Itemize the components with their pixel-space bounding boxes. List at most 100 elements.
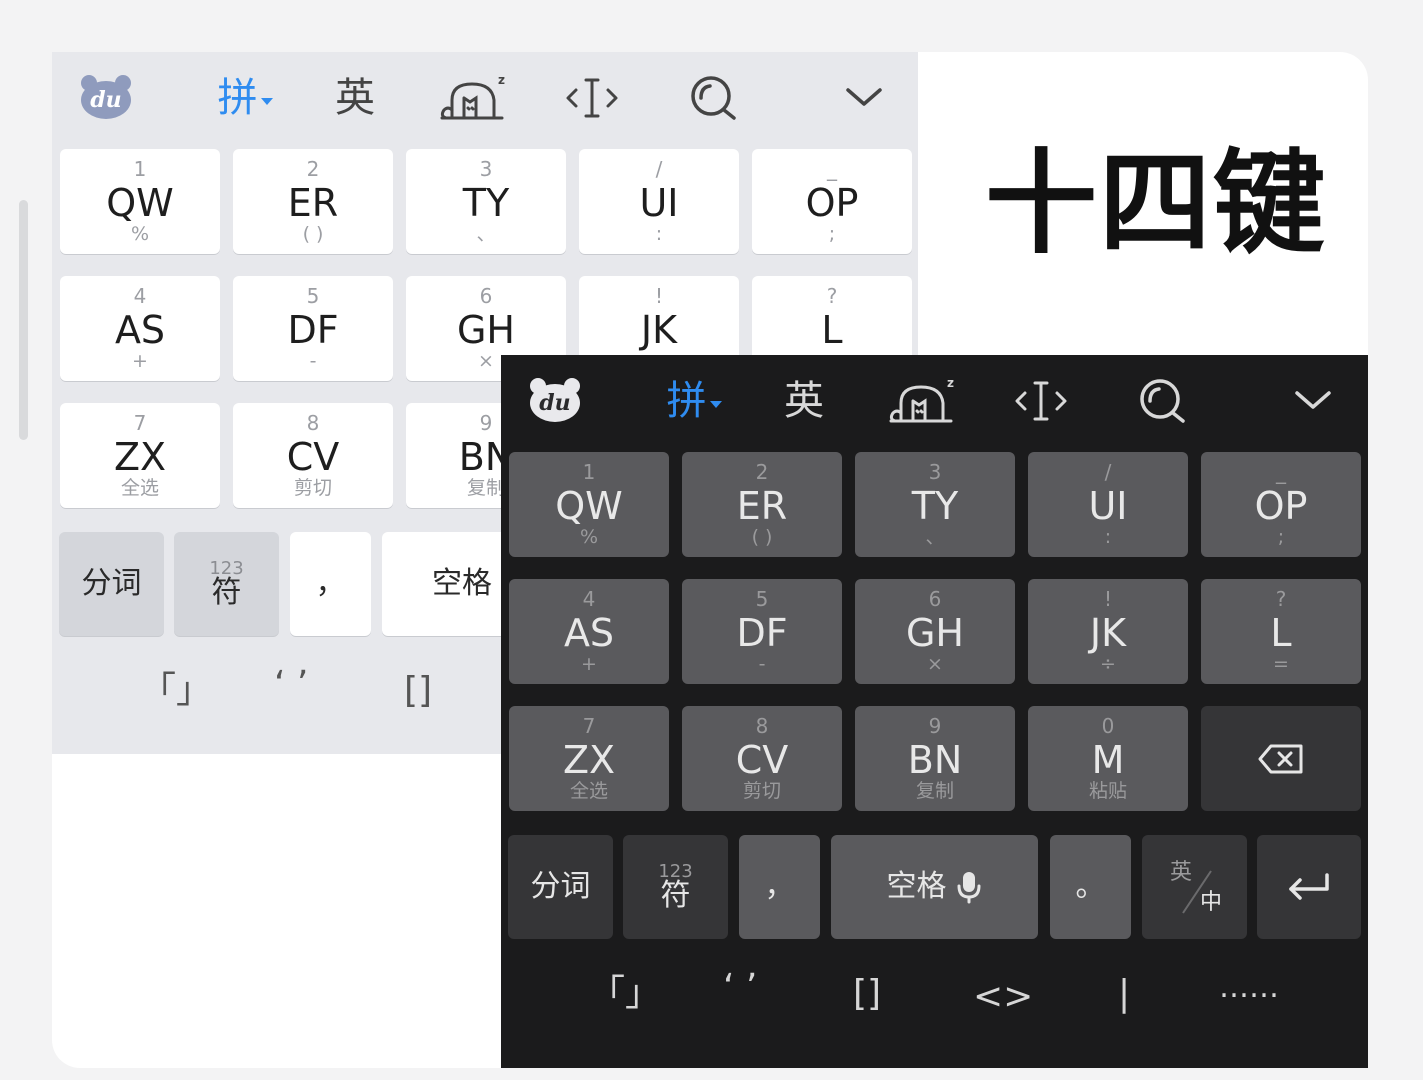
symbols-button[interactable]: 123 符 [174, 532, 279, 636]
space-key[interactable]: 空格 [831, 835, 1038, 939]
symbols-label: 符 [211, 575, 242, 610]
key-symbol: ; [1277, 525, 1285, 548]
key-symbol: 复制 [915, 779, 954, 802]
microphone-icon [957, 872, 980, 904]
key-letters: L [821, 307, 843, 352]
key-symbol: 剪切 [742, 779, 781, 802]
key-as[interactable]: 4 AS + [509, 579, 669, 684]
lang-bottom-label: 中 [1199, 890, 1221, 915]
comma-key[interactable]: ， [739, 835, 820, 939]
cursor-move-icon[interactable] [564, 76, 620, 120]
key-number: _ [1276, 459, 1286, 484]
key-symbol: : [655, 222, 663, 245]
symbols-button[interactable]: 123 符 [623, 835, 728, 939]
backspace-key[interactable] [1201, 706, 1361, 811]
lang-top-label: 英 [1169, 860, 1191, 885]
pinyin-label: 拼 [666, 378, 707, 424]
key-jk[interactable]: !JK÷ [1028, 579, 1188, 684]
cursor-move-icon[interactable] [1013, 379, 1069, 423]
key-df[interactable]: 5 DF - [682, 579, 842, 684]
symbol-pipe[interactable]: | [1118, 976, 1130, 1012]
enter-key[interactable] [1257, 835, 1361, 939]
symbol-corner-brackets[interactable]: 「」 [589, 976, 661, 1012]
key-er[interactable]: 2 ER( ) [233, 149, 393, 254]
english-label: 英 [784, 378, 824, 424]
key-letters: CV [735, 737, 789, 782]
key-number: / [655, 156, 663, 181]
comma-label: ， [315, 566, 346, 601]
segment-button[interactable]: 分词 [59, 532, 164, 636]
comma-key[interactable]: ， [290, 532, 371, 636]
key-symbol: : [1104, 525, 1112, 548]
key-number: ? [1275, 586, 1287, 611]
pinyin-mode-button[interactable]: 拼 [659, 379, 729, 423]
symbol-ellipsis[interactable]: …… [1219, 973, 1279, 1003]
key-er[interactable]: 2 ER( ) [682, 452, 842, 557]
cat-skin-icon[interactable]: z [438, 72, 510, 124]
du-logo-icon[interactable]: du [529, 377, 581, 423]
key-number: 5 [306, 283, 320, 308]
key-ty[interactable]: 3 TY、 [406, 149, 566, 254]
key-cv[interactable]: 8 CV 剪切 [233, 403, 393, 508]
key-number: 4 [582, 586, 596, 611]
pinyin-mode-button[interactable]: 拼 [210, 76, 280, 120]
key-number: 7 [133, 410, 147, 435]
key-number: ! [1103, 586, 1113, 611]
du-logo-icon[interactable]: du [80, 74, 132, 120]
key-zx[interactable]: 7 ZX 全选 [509, 706, 669, 811]
language-switch-key[interactable]: 英 中 [1142, 835, 1247, 939]
key-symbol: ÷ [1100, 652, 1116, 675]
key-number: 2 [306, 156, 320, 181]
key-number: 3 [928, 459, 942, 484]
symbol-corner-brackets[interactable]: 「」 [140, 673, 212, 709]
key-l[interactable]: ?L= [1201, 579, 1361, 684]
key-letters: QW [106, 180, 174, 225]
collapse-keyboard-icon[interactable] [844, 82, 884, 112]
symbol-single-quotes[interactable]: ‘ ’ [723, 970, 757, 1006]
english-mode-button[interactable]: 英 [779, 379, 829, 423]
key-op[interactable]: _ OP; [1201, 452, 1361, 557]
period-key[interactable]: 。 [1050, 835, 1131, 939]
pinyin-label: 拼 [217, 75, 258, 121]
key-number: / [1104, 459, 1112, 484]
key-symbol: 剪切 [293, 476, 332, 499]
symbol-square-brackets[interactable]: [] [404, 673, 432, 709]
key-gh[interactable]: 6 GH × [855, 579, 1015, 684]
cat-skin-icon[interactable]: z [887, 375, 959, 427]
key-letters: ZX [562, 737, 616, 782]
chevron-down-icon [260, 97, 273, 105]
segment-label: 分词 [530, 869, 591, 904]
key-bn[interactable]: 9 BN 复制 [855, 706, 1015, 811]
english-mode-button[interactable]: 英 [330, 76, 380, 120]
english-label: 英 [335, 75, 375, 121]
symbol-square-brackets[interactable]: [] [853, 976, 881, 1012]
key-zx[interactable]: 7 ZX 全选 [60, 403, 220, 508]
page-scrollbar[interactable] [19, 200, 28, 440]
search-icon[interactable] [1137, 377, 1187, 425]
key-number: 9 [479, 410, 493, 435]
key-qw[interactable]: 1 QW% [60, 149, 220, 254]
period-label: 。 [1075, 869, 1106, 904]
key-symbol: 复制 [466, 476, 505, 499]
key-ui[interactable]: / UI: [579, 149, 739, 254]
key-letters: JK [640, 307, 678, 352]
key-as[interactable]: 4 AS + [60, 276, 220, 381]
key-cv[interactable]: 8 CV 剪切 [682, 706, 842, 811]
key-ui[interactable]: / UI: [1028, 452, 1188, 557]
key-op[interactable]: _ OP; [752, 149, 912, 254]
search-icon[interactable] [688, 74, 738, 122]
segment-button[interactable]: 分词 [508, 835, 613, 939]
key-symbol: ( ) [302, 222, 324, 245]
key-number: 6 [928, 586, 942, 611]
key-df[interactable]: 5 DF - [233, 276, 393, 381]
chevron-down-icon [709, 400, 722, 408]
key-m[interactable]: 0 M 粘贴 [1028, 706, 1188, 811]
key-qw[interactable]: 1 QW% [509, 452, 669, 557]
key-symbol: 全选 [120, 476, 159, 499]
key-ty[interactable]: 3 TY、 [855, 452, 1015, 557]
key-number: 1 [133, 156, 147, 181]
collapse-keyboard-icon[interactable] [1293, 385, 1333, 415]
symbol-single-quotes[interactable]: ‘ ’ [274, 667, 308, 703]
key-letters: L [1270, 610, 1292, 655]
symbol-angle-brackets[interactable]: <> [973, 979, 1033, 1015]
